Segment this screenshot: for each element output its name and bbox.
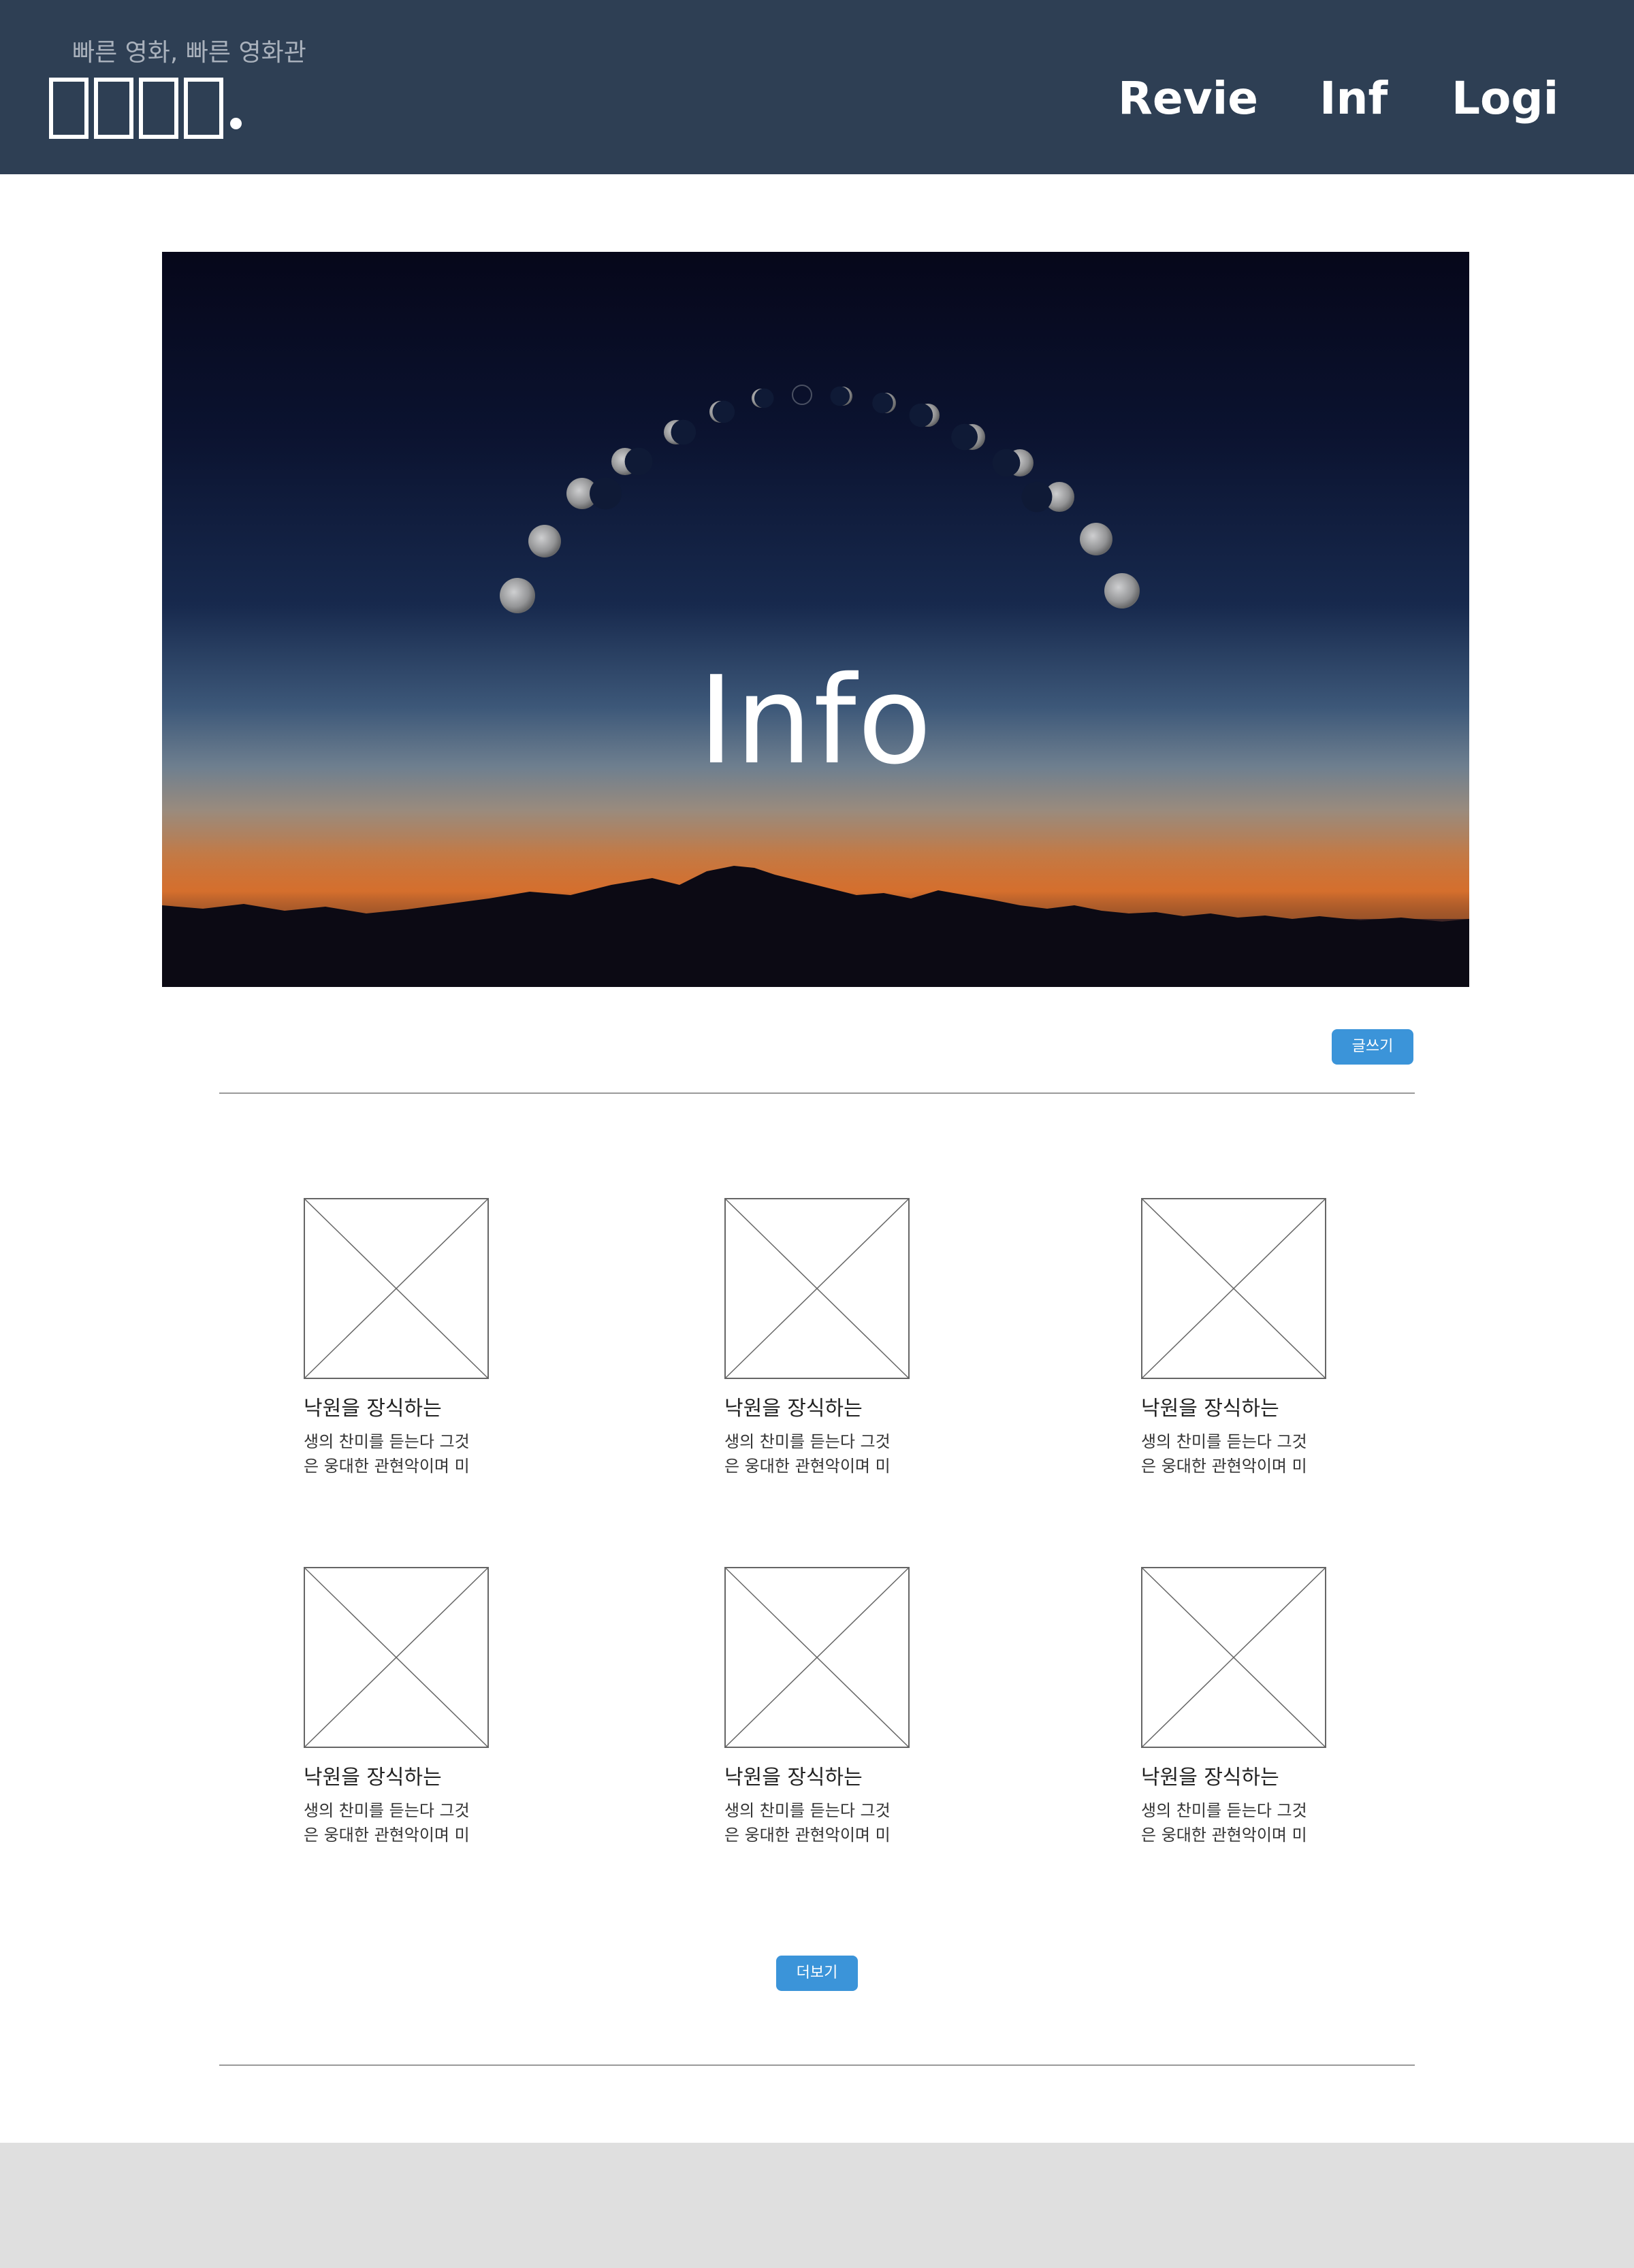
logo-glyph <box>139 78 178 139</box>
moon-icon <box>1021 481 1074 513</box>
card-description-line: 은 웅대한 관현악이며 미 <box>1141 1826 1307 1845</box>
moon-icon <box>500 578 535 613</box>
card-title: 낙원을 장식하는 <box>724 1766 863 1789</box>
card-description-line: 은 웅대한 관현악이며 미 <box>724 1457 891 1476</box>
placeholder-image-icon <box>1141 1198 1326 1379</box>
moon-icon <box>951 423 985 451</box>
hero-title: Info <box>698 650 933 791</box>
card-description: 생의 찬미를 듣는다 그것 은 웅대한 관현악이며 미 <box>1141 1429 1345 1478</box>
moon-icon <box>909 403 940 427</box>
card-description-line: 은 웅대한 관현악이며 미 <box>304 1826 470 1845</box>
card-description-line: 생의 찬미를 듣는다 그것 <box>1141 1432 1307 1451</box>
nav-login-link[interactable]: Logi <box>1452 68 1558 129</box>
placeholder-image-icon <box>1141 1567 1326 1748</box>
card-description-line: 생의 찬미를 듣는다 그것 <box>724 1801 891 1820</box>
logo-glyph <box>49 78 89 139</box>
site-header: 빠른 영화, 빠른 영화관 Revie Inf Logi <box>0 0 1634 174</box>
card-description-line: 생의 찬미를 듣는다 그것 <box>724 1432 891 1451</box>
moon-icon <box>792 385 812 405</box>
section-divider <box>219 1092 1415 1094</box>
card-description: 생의 찬미를 듣는다 그것 은 웅대한 관현악이며 미 <box>1141 1798 1345 1847</box>
moon-icon <box>1104 573 1140 609</box>
hero-banner: Info <box>162 252 1469 987</box>
card-title: 낙원을 장식하는 <box>304 1766 442 1789</box>
card-title: 낙원을 장식하는 <box>724 1397 863 1421</box>
placeholder-image-icon <box>304 1198 489 1379</box>
logo-glyph <box>184 78 223 139</box>
brand-tagline: 빠른 영화, 빠른 영화관 <box>72 39 306 67</box>
brand-logo[interactable] <box>49 74 242 139</box>
load-more-button[interactable]: 더보기 <box>776 1956 858 1991</box>
moon-icon <box>830 386 852 406</box>
card-description-line: 생의 찬미를 듣는다 그것 <box>304 1432 470 1451</box>
card-description-line: 은 웅대한 관현악이며 미 <box>1141 1457 1307 1476</box>
nav-info-link[interactable]: Inf <box>1319 68 1388 129</box>
site-footer <box>0 2143 1634 2268</box>
write-button[interactable]: 글쓰기 <box>1332 1029 1413 1065</box>
logo-dot <box>230 118 242 129</box>
moon-icon <box>566 477 622 510</box>
card-title: 낙원을 장식하는 <box>304 1397 442 1421</box>
nav-review-link[interactable]: Revie <box>1118 68 1258 129</box>
moon-icon <box>709 400 735 423</box>
card-description-line: 생의 찬미를 듣는다 그것 <box>1141 1801 1307 1820</box>
moon-icon <box>611 447 653 476</box>
placeholder-image-icon <box>724 1567 910 1748</box>
placeholder-image-icon <box>304 1567 489 1748</box>
card-description: 생의 찬미를 듣는다 그것 은 웅대한 관현악이며 미 <box>724 1429 929 1478</box>
card-description: 생의 찬미를 듣는다 그것 은 웅대한 관현악이며 미 <box>724 1798 929 1847</box>
moon-icon <box>752 388 774 408</box>
card-description: 생의 찬미를 듣는다 그것 은 웅대한 관현악이며 미 <box>304 1798 508 1847</box>
card-title: 낙원을 장식하는 <box>1141 1766 1279 1789</box>
moon-icon <box>664 419 696 445</box>
card-title: 낙원을 장식하는 <box>1141 1397 1279 1421</box>
moon-icon <box>1080 523 1112 555</box>
moon-icon <box>992 449 1034 477</box>
moon-icon <box>872 392 896 414</box>
hero-image <box>162 385 1469 987</box>
card-description-line: 생의 찬미를 듣는다 그것 <box>304 1801 470 1820</box>
moon-phases-arc <box>500 385 1140 613</box>
logo-glyph <box>94 78 133 139</box>
section-divider <box>219 2064 1415 2066</box>
moon-icon <box>528 525 561 557</box>
card-description-line: 은 웅대한 관현악이며 미 <box>304 1457 470 1476</box>
placeholder-image-icon <box>724 1198 910 1379</box>
card-description: 생의 찬미를 듣는다 그것 은 웅대한 관현악이며 미 <box>304 1429 508 1478</box>
card-description-line: 은 웅대한 관현악이며 미 <box>724 1826 891 1845</box>
